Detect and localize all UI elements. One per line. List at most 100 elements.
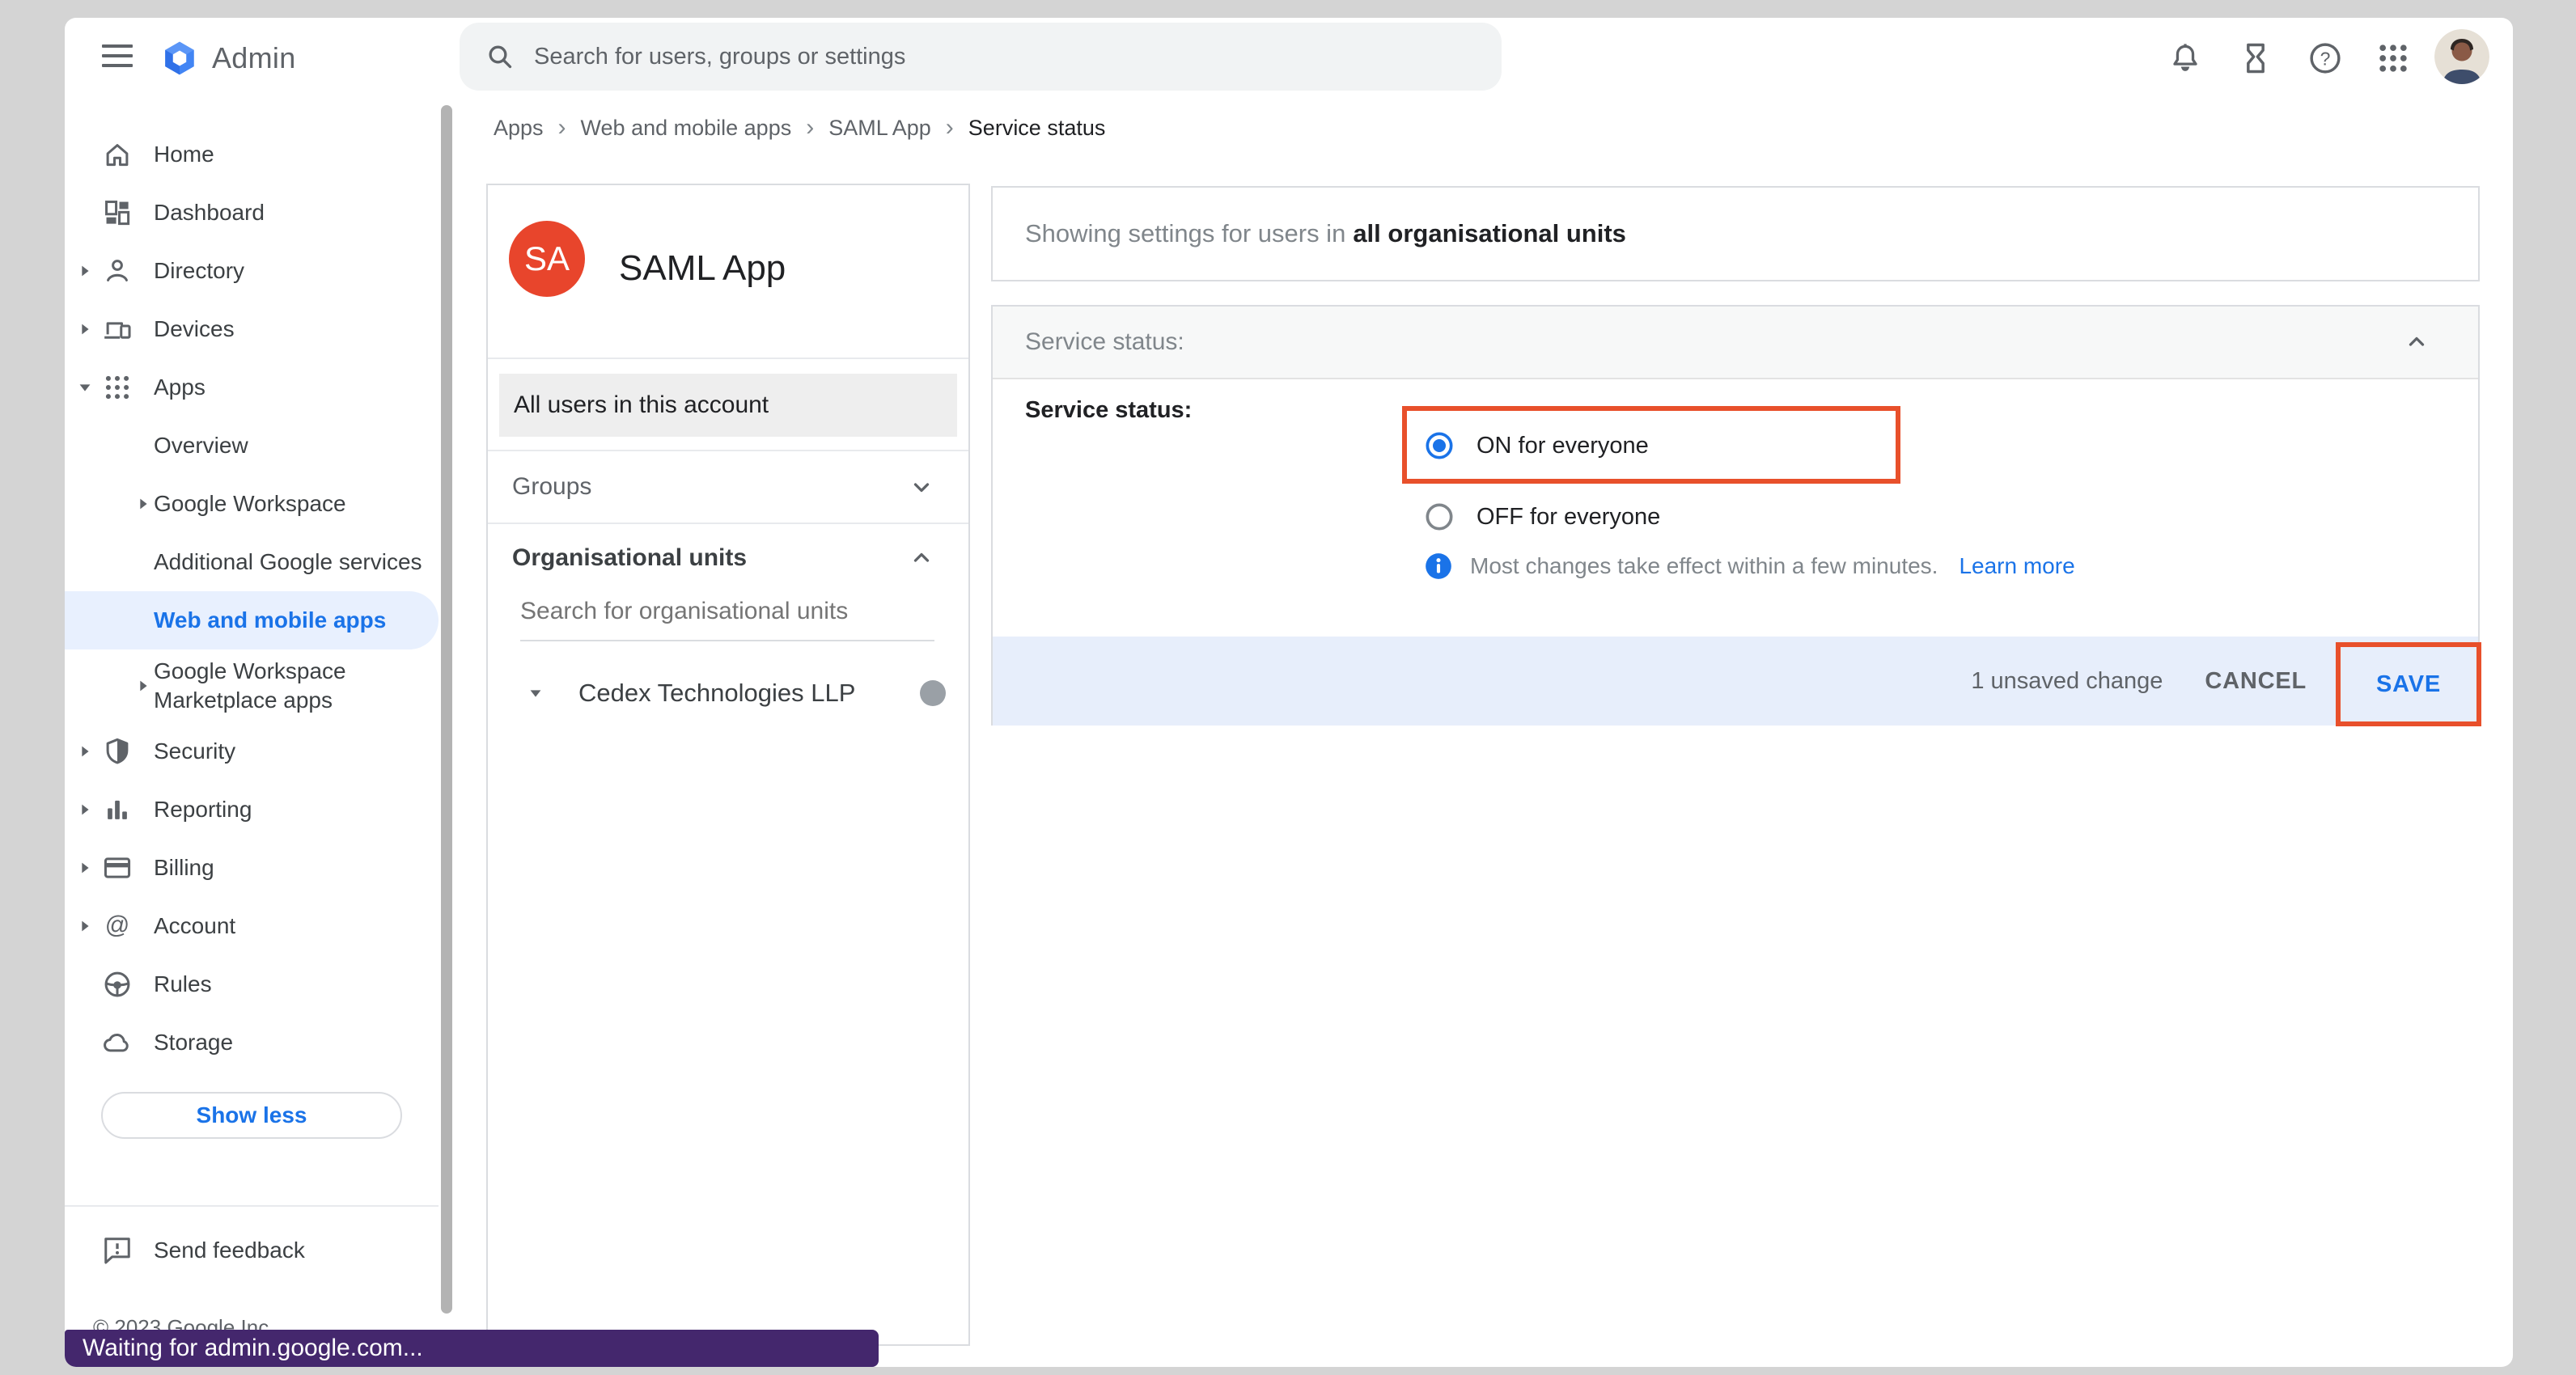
expand-right-icon[interactable] [134,495,152,513]
rules-wheel-icon [102,969,133,1000]
product-name: Admin [212,41,296,75]
collapse-chevron-up-icon[interactable] [2402,328,2431,357]
send-feedback-button[interactable]: Send feedback [65,1221,439,1280]
scope-banner: Showing settings for users in all organi… [991,186,2480,281]
app-avatar: SA [509,221,585,297]
admin-hexagon-icon [159,37,201,79]
expand-right-icon[interactable] [76,742,94,760]
chevron-up-icon [907,544,936,573]
sidebar-item-apps[interactable]: Apps [65,358,439,417]
sidebar-item-additional-google-services[interactable]: Additional Google services [65,533,439,591]
service-status-header[interactable]: Service status: [993,307,2478,379]
app-header: SA SAML App [488,185,968,359]
sidebar-item-rules[interactable]: Rules [65,955,439,1013]
save-button-highlight[interactable]: SAVE [2336,642,2481,726]
scope-target: all organisational units [1353,219,1626,248]
sidebar-item-directory[interactable]: Directory [65,242,439,300]
sidebar-item-google-workspace[interactable]: Google Workspace [65,475,439,533]
tasks-hourglass-icon[interactable] [2238,40,2273,76]
scope-prefix: Showing settings for users in [1025,219,1345,248]
sidebar-item-overview[interactable]: Overview [65,417,439,475]
breadcrumb-separator: › [806,114,814,142]
org-unit-name: Cedex Technologies LLP [578,679,855,708]
devices-icon [102,314,133,345]
service-status-field-label: Service status: [1025,397,1192,424]
show-less-button[interactable]: Show less [101,1092,402,1139]
account-at-icon: @ [102,911,133,941]
home-icon [102,139,133,170]
expand-right-icon[interactable] [76,917,94,935]
sidebar-item-security[interactable]: Security [65,722,439,781]
breadcrumb-separator: › [946,114,954,142]
expand-right-icon[interactable] [76,859,94,877]
svg-text:?: ? [2320,48,2331,69]
reporting-barchart-icon [102,794,133,825]
radio-selected-icon [1423,429,1455,462]
directory-person-icon [102,256,133,286]
breadcrumb-apps[interactable]: Apps [494,116,544,141]
breadcrumb-web-and-mobile-apps[interactable]: Web and mobile apps [581,116,792,141]
breadcrumb-saml-app[interactable]: SAML App [828,116,931,141]
radio-unselected-icon [1423,501,1455,533]
notifications-bell-icon[interactable] [2167,40,2203,76]
expand-down-icon[interactable] [76,379,94,396]
sidebar-item-home[interactable]: Home [65,125,439,184]
google-admin-logo: Admin [159,37,296,79]
tree-expand-down-icon[interactable] [527,684,544,702]
expand-right-icon[interactable] [76,262,94,280]
org-search-underline [520,640,934,641]
service-status-card: Service status: Service status: ON for e… [991,305,2480,726]
sidebar-item-devices[interactable]: Devices [65,300,439,358]
apps-dots-icon [102,372,133,403]
org-units-search-input[interactable] [520,598,938,625]
sidebar-divider [65,1205,439,1207]
billing-card-icon [102,852,133,883]
user-avatar[interactable] [2434,29,2489,84]
breadcrumb: Apps › Web and mobile apps › SAML App › … [494,113,1105,142]
sidebar-item-dashboard[interactable]: Dashboard [65,184,439,242]
info-row: Most changes take effect within a few mi… [1423,551,2075,582]
expand-right-icon[interactable] [76,801,94,819]
sidebar-nav: Home Dashboard Directory [65,125,439,1072]
search-icon [484,40,516,73]
save-button: SAVE [2376,671,2441,698]
radio-on-for-everyone[interactable]: ON for everyone [1423,429,1649,462]
groups-section-toggle[interactable]: Groups [488,464,968,510]
learn-more-link[interactable]: Learn more [1959,553,2074,579]
search-input[interactable]: Search for users, groups or settings [460,23,1502,91]
menu-hamburger-icon[interactable] [102,44,133,69]
panel-divider [488,522,968,524]
sidebar-item-web-and-mobile-apps[interactable]: Web and mobile apps [65,591,439,649]
status-text: Waiting for admin.google.com... [83,1335,423,1362]
chevron-down-icon [907,472,936,501]
cancel-button[interactable]: CANCEL [2205,668,2307,695]
org-units-section-toggle[interactable]: Organisational units [488,535,968,581]
sidebar-item-gw-marketplace-apps[interactable]: Google Workspace Marketplace apps [65,649,439,722]
expand-right-icon[interactable] [134,677,152,695]
help-icon[interactable]: ? [2307,40,2343,76]
panel-divider [488,450,968,451]
sidebar-item-account[interactable]: @ Account [65,897,439,955]
apps-grid-icon[interactable] [2375,40,2411,76]
storage-cloud-icon [102,1027,133,1058]
breadcrumb-current: Service status [968,116,1106,141]
sidebar-item-reporting[interactable]: Reporting [65,781,439,839]
search-placeholder: Search for users, groups or settings [534,44,905,70]
radio-off-for-everyone[interactable]: OFF for everyone [1423,501,1660,533]
org-unit-status-dot [920,680,946,706]
info-icon [1423,551,1454,582]
admin-console-window: Admin Search for users, groups or settin… [65,18,2513,1367]
org-unit-root-row[interactable]: Cedex Technologies LLP [488,667,968,719]
unsaved-count: 1 unsaved change [1971,668,2163,695]
sidebar-item-billing[interactable]: Billing [65,839,439,897]
app-name: SAML App [619,248,786,289]
feedback-bubble-icon [102,1235,133,1266]
sidebar-scrollbar[interactable] [441,105,452,1314]
app-scope-panel: SA SAML App All users in this account Gr… [486,184,970,1346]
expand-right-icon[interactable] [76,320,94,338]
all-users-item[interactable]: All users in this account [499,374,957,437]
unsaved-changes-bar: 1 unsaved change CANCEL SAVE [993,637,2478,726]
dashboard-icon [102,197,133,228]
security-shield-icon [102,736,133,767]
sidebar-item-storage[interactable]: Storage [65,1013,439,1072]
